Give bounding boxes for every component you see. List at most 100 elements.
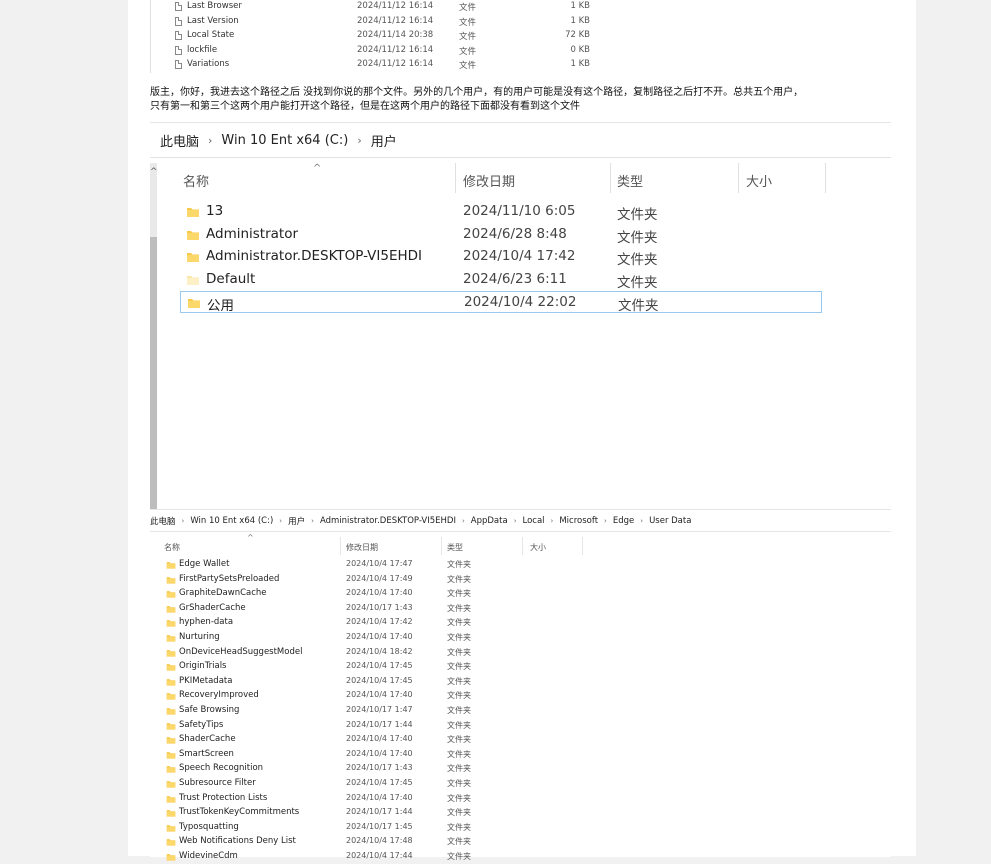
breadcrumb-this-pc[interactable]: 此电脑 <box>150 515 178 527</box>
folder-row-selected[interactable]: 公用 2024/10/4 22:02 文件夹 <box>180 291 822 314</box>
folder-type: 文件夹 <box>447 691 471 701</box>
column-divider[interactable] <box>610 163 611 193</box>
vertical-scrollbar[interactable] <box>150 163 157 509</box>
column-header-name[interactable]: 名称 <box>164 542 180 553</box>
folder-row[interactable]: Safe Browsing 2024/10/17 1:47 文件夹 <box>164 704 584 718</box>
folder-name: SmartScreen <box>179 748 234 759</box>
folder-icon <box>166 591 176 598</box>
file-name: Variations <box>187 59 230 69</box>
folder-row[interactable]: hyphen-data 2024/10/4 17:42 文件夹 <box>164 616 584 630</box>
breadcrumb-appdata[interactable]: AppData <box>469 516 510 526</box>
column-header-name[interactable]: 名称 <box>183 171 209 190</box>
folder-row[interactable]: PKIMetadata 2024/10/4 17:45 文件夹 <box>164 675 584 689</box>
column-divider[interactable] <box>738 163 739 193</box>
folder-row[interactable]: WidevineCdm 2024/10/4 17:44 文件夹 <box>164 850 584 864</box>
folder-row[interactable]: OnDeviceHeadSuggestModel 2024/10/4 18:42 文… <box>164 646 584 660</box>
folder-row[interactable]: Typosquatting 2024/10/17 1:45 文件夹 <box>164 821 584 835</box>
folder-date: 2024/10/4 17:48 <box>346 836 413 846</box>
chevron-right-icon[interactable]: › <box>510 517 521 525</box>
breadcrumb-users[interactable]: 用户 <box>369 131 399 150</box>
folder-row[interactable]: TrustTokenKeyCommitments 2024/10/17 1:44 文… <box>164 806 584 820</box>
file-row[interactable]: Local State 2024/11/14 20:38 文件 72 KB <box>150 29 890 44</box>
chevron-right-icon[interactable]: › <box>350 134 368 147</box>
column-header-date[interactable]: 修改日期 <box>463 171 515 190</box>
folder-row[interactable]: FirstPartySetsPreloaded 2024/10/4 17:49 文件… <box>164 573 584 587</box>
folder-row[interactable]: Administrator 2024/6/28 8:48 文件夹 <box>180 224 822 246</box>
folder-icon <box>166 605 176 613</box>
folder-icon <box>187 208 199 217</box>
breadcrumb-drive[interactable]: Win 10 Ent x64 (C:) <box>188 516 275 526</box>
chevron-right-icon[interactable]: › <box>178 517 189 525</box>
folder-type: 文件夹 <box>617 207 658 223</box>
folder-row[interactable]: Speech Recognition 2024/10/17 1:43 文件夹 <box>164 762 584 776</box>
column-divider[interactable] <box>455 163 456 193</box>
column-header-type[interactable]: 类型 <box>617 171 643 190</box>
breadcrumb-local[interactable]: Local <box>521 516 547 526</box>
file-icon <box>175 2 182 11</box>
file-row[interactable]: Last Browser 2024/11/12 16:14 文件 1 KB <box>150 0 890 15</box>
file-row[interactable]: lockfile 2024/11/12 16:14 文件 0 KB <box>150 44 890 59</box>
folder-type: 文件夹 <box>447 735 471 745</box>
folder-row[interactable]: Edge Wallet 2024/10/4 17:47 文件夹 <box>164 558 584 572</box>
folder-row[interactable]: ShaderCache 2024/10/4 17:40 文件夹 <box>164 733 584 747</box>
column-header-size[interactable]: 大小 <box>530 542 546 553</box>
chevron-right-icon[interactable]: › <box>307 517 318 525</box>
column-divider[interactable] <box>825 163 826 193</box>
folder-name: RecoveryImproved <box>179 690 259 701</box>
folder-row[interactable]: OriginTrials 2024/10/4 17:45 文件夹 <box>164 660 584 674</box>
breadcrumb-user-data[interactable]: User Data <box>647 516 693 526</box>
chevron-right-icon[interactable]: › <box>600 517 611 525</box>
folder-icon <box>166 737 176 744</box>
column-divider[interactable] <box>441 537 442 555</box>
file-date: 2024/11/14 20:38 <box>357 30 434 40</box>
breadcrumb-edge[interactable]: Edge <box>611 516 636 526</box>
breadcrumb-microsoft[interactable]: Microsoft <box>557 516 600 526</box>
column-header-date[interactable]: 修改日期 <box>346 542 378 553</box>
column-header-type[interactable]: 类型 <box>447 542 463 553</box>
folder-row[interactable]: RecoveryImproved 2024/10/4 17:40 文件夹 <box>164 689 584 703</box>
folder-date: 2024/10/4 17:40 <box>346 748 413 758</box>
folder-type: 文件夹 <box>447 720 471 730</box>
folder-icon <box>166 678 176 686</box>
folder-name: PKIMetadata <box>179 675 233 686</box>
folder-name: ShaderCache <box>179 734 236 745</box>
column-header-size[interactable]: 大小 <box>746 171 772 190</box>
folder-date: 2024/10/4 17:40 <box>346 690 413 700</box>
scrollbar-thumb[interactable] <box>150 237 157 509</box>
folder-date: 2024/10/4 17:42 <box>463 248 576 264</box>
file-type: 文件 <box>459 32 477 42</box>
chevron-right-icon[interactable]: › <box>458 517 469 525</box>
folder-row[interactable]: Subresource Filter 2024/10/4 17:45 文件夹 <box>164 777 584 791</box>
breadcrumb-user[interactable]: Administrator.DESKTOP-VI5EHDI <box>318 516 458 526</box>
folder-row[interactable]: Web Notifications Deny List 2024/10/4 17:… <box>164 835 584 849</box>
folder-row[interactable]: GrShaderCache 2024/10/17 1:43 文件夹 <box>164 602 584 616</box>
breadcrumb-this-pc[interactable]: 此电脑 <box>150 131 201 150</box>
breadcrumb-users[interactable]: 用户 <box>286 515 307 527</box>
folder-name: 13 <box>206 203 224 219</box>
folder-row[interactable]: GraphiteDawnCache 2024/10/4 17:40 文件夹 <box>164 587 584 601</box>
folder-row[interactable]: 13 2024/11/10 6:05 文件夹 <box>180 201 822 223</box>
breadcrumb-drive[interactable]: Win 10 Ent x64 (C:) <box>219 133 350 148</box>
file-size: 1 KB <box>570 1 590 11</box>
folder-date: 2024/10/4 17:40 <box>346 734 413 744</box>
chevron-right-icon[interactable]: › <box>201 134 219 147</box>
file-row[interactable]: Last Version 2024/11/12 16:14 文件 1 KB <box>150 15 890 30</box>
scroll-up-arrow-icon[interactable]: ^ <box>150 167 158 177</box>
column-divider[interactable] <box>582 537 583 555</box>
column-divider[interactable] <box>522 537 523 555</box>
folder-row[interactable]: Nurturing 2024/10/4 17:40 文件夹 <box>164 631 584 645</box>
file-name: Last Version <box>187 15 239 26</box>
folder-row[interactable]: SmartScreen 2024/10/4 17:40 文件夹 <box>164 748 584 762</box>
chevron-right-icon[interactable]: › <box>547 517 558 525</box>
folder-row[interactable]: SafetyTips 2024/10/17 1:44 文件夹 <box>164 719 584 733</box>
column-divider[interactable] <box>340 537 341 555</box>
explorer-user-data-window: 此电脑 › Win 10 Ent x64 (C:) › 用户 › Adminis… <box>150 509 891 861</box>
chevron-right-icon[interactable]: › <box>636 517 647 525</box>
folder-row[interactable]: Administrator.DESKTOP-VI5EHDI 2024/10/4 … <box>180 246 822 268</box>
folder-date: 2024/10/4 17:40 <box>346 632 413 641</box>
file-row[interactable]: Variations 2024/11/12 16:14 文件 1 KB <box>150 58 890 73</box>
folder-icon <box>166 854 176 861</box>
chevron-right-icon[interactable]: › <box>275 517 286 525</box>
folder-row[interactable]: Trust Protection Lists 2024/10/4 17:40 文件夹 <box>164 792 584 806</box>
folder-row[interactable]: Default 2024/6/23 6:11 文件夹 <box>180 269 822 291</box>
